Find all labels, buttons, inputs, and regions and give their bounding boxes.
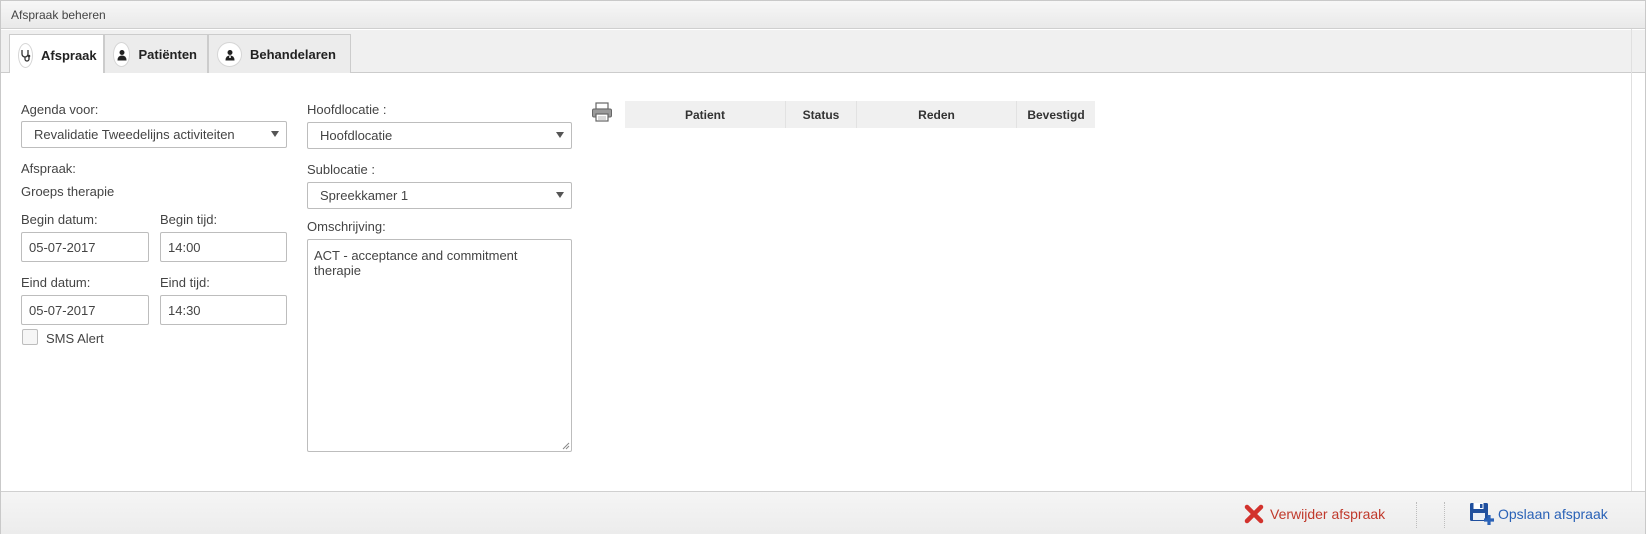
- resize-grip-icon[interactable]: [562, 442, 570, 450]
- tab-patienten[interactable]: Patiënten: [104, 34, 208, 74]
- eind-datum-input[interactable]: [21, 295, 149, 325]
- appointment-window: Afspraak beheren Afspraak Patiënten Beha…: [0, 0, 1646, 534]
- hoofdlocatie-label: Hoofdlocatie :: [307, 102, 387, 117]
- afspraak-label: Afspraak:: [21, 161, 76, 176]
- hoofdlocatie-select-value: Hoofdlocatie: [320, 128, 393, 143]
- footer-toolbar: Verwijder afspraak Opslaan afspraak: [1, 491, 1645, 534]
- chevron-down-icon: [556, 132, 564, 138]
- sublocatie-select-value: Spreekkamer 1: [320, 188, 409, 203]
- eind-tijd-label: Eind tijd:: [160, 275, 210, 290]
- eind-datum-label: Eind datum:: [21, 275, 91, 290]
- printer-icon[interactable]: [591, 101, 613, 123]
- delete-appointment-label: Verwijder afspraak: [1270, 506, 1386, 522]
- save-appointment-label: Opslaan afspraak: [1498, 506, 1608, 522]
- doctor-icon: [217, 42, 242, 67]
- tab-afspraak[interactable]: Afspraak: [9, 34, 104, 75]
- chevron-down-icon: [556, 192, 564, 198]
- begin-datum-input[interactable]: [21, 232, 149, 262]
- eind-tijd-input[interactable]: [160, 295, 287, 325]
- patient-grid-header: Patient Status Reden Bevestigd: [625, 101, 1095, 128]
- agenda-label: Agenda voor:: [21, 102, 99, 117]
- delete-x-icon: [1244, 504, 1264, 524]
- footer-separator: [1444, 502, 1445, 528]
- hoofdlocatie-select[interactable]: Hoofdlocatie: [307, 122, 572, 149]
- column-header-reden[interactable]: Reden: [857, 101, 1017, 128]
- window-titlebar: Afspraak beheren: [1, 1, 1645, 29]
- appointment-form: Agenda voor: Revalidatie Tweedelijns act…: [1, 73, 1645, 491]
- tab-bar: Afspraak Patiënten Behandelaren: [1, 30, 1645, 75]
- sms-alert-label: SMS Alert: [46, 331, 104, 346]
- agenda-select-value: Revalidatie Tweedelijns activiteiten: [34, 127, 235, 142]
- column-header-patient[interactable]: Patient: [625, 101, 786, 128]
- column-header-status[interactable]: Status: [786, 101, 857, 128]
- tab-afspraak-label: Afspraak: [41, 47, 97, 63]
- user-icon: [113, 42, 131, 67]
- tab-behandelaren-label: Behandelaren: [250, 47, 336, 62]
- sms-alert-checkbox[interactable]: [22, 329, 38, 345]
- afspraak-value: Groeps therapie: [21, 184, 115, 199]
- save-appointment-button[interactable]: Opslaan afspraak: [1469, 502, 1608, 526]
- column-header-bevestigd[interactable]: Bevestigd: [1017, 101, 1095, 128]
- agenda-select[interactable]: Revalidatie Tweedelijns activiteiten: [21, 121, 287, 148]
- omschrijving-textarea[interactable]: ACT - acceptance and commitment therapie: [307, 239, 572, 452]
- begin-datum-label: Begin datum:: [21, 212, 98, 227]
- tab-patienten-label: Patiënten: [138, 47, 197, 62]
- footer-separator: [1416, 502, 1417, 528]
- omschrijving-label: Omschrijving:: [307, 219, 386, 234]
- save-floppy-icon: [1470, 503, 1494, 525]
- begin-tijd-label: Begin tijd:: [160, 212, 218, 227]
- begin-tijd-input[interactable]: [160, 232, 287, 262]
- chevron-down-icon: [271, 131, 279, 137]
- stethoscope-icon: [18, 42, 33, 68]
- sublocatie-select[interactable]: Spreekkamer 1: [307, 182, 572, 209]
- window-title: Afspraak beheren: [11, 8, 106, 22]
- tab-behandelaren[interactable]: Behandelaren: [208, 34, 351, 74]
- sublocatie-label: Sublocatie :: [307, 162, 375, 177]
- panel-edge: [1631, 29, 1632, 491]
- delete-appointment-button[interactable]: Verwijder afspraak: [1244, 502, 1385, 526]
